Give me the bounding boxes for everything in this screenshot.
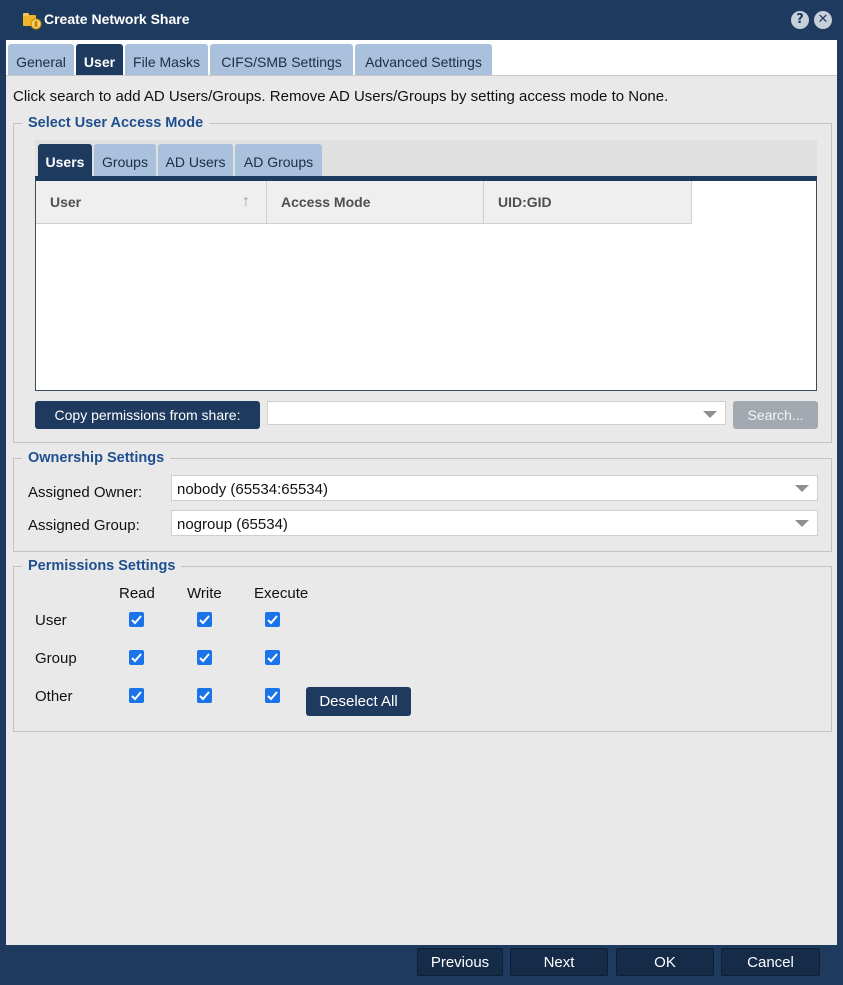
row-user-label: User bbox=[35, 612, 67, 629]
sort-ascending-icon[interactable]: ↑ bbox=[242, 181, 250, 223]
column-read: Read bbox=[119, 585, 155, 602]
checkmark-icon bbox=[199, 653, 210, 663]
checkmark-icon bbox=[199, 615, 210, 625]
checkmark-icon bbox=[131, 615, 142, 625]
checkmark-icon bbox=[267, 691, 278, 701]
checkmark-icon bbox=[199, 691, 210, 701]
column-uid-gid[interactable]: UID:GID bbox=[484, 181, 692, 223]
instruction-text: Click search to add AD Users/Groups. Rem… bbox=[13, 88, 669, 105]
tab-advanced-settings[interactable]: Advanced Settings bbox=[355, 44, 492, 75]
dialog-footer: Previous Next OK Cancel bbox=[6, 945, 837, 979]
group-write-checkbox[interactable] bbox=[197, 650, 212, 665]
previous-button[interactable]: Previous bbox=[417, 948, 503, 976]
ownership-legend: Ownership Settings bbox=[22, 450, 171, 466]
assigned-group-value: nogroup (65534) bbox=[177, 516, 288, 533]
deselect-all-button[interactable]: Deselect All bbox=[306, 687, 411, 716]
group-execute-checkbox[interactable] bbox=[265, 650, 280, 665]
ok-button[interactable]: OK bbox=[616, 948, 714, 976]
column-user-label: User bbox=[50, 194, 82, 210]
main-tabs: General User File Masks CIFS/SMB Setting… bbox=[6, 40, 837, 76]
user-write-checkbox[interactable] bbox=[197, 612, 212, 627]
permissions-fieldset: Permissions Settings Read Write Execute … bbox=[13, 558, 832, 732]
dialog-body: General User File Masks CIFS/SMB Setting… bbox=[6, 40, 837, 945]
cancel-button[interactable]: Cancel bbox=[721, 948, 820, 976]
checkmark-icon bbox=[131, 653, 142, 663]
tab-users[interactable]: Users bbox=[38, 144, 92, 176]
tab-cifs-smb-settings[interactable]: CIFS/SMB Settings bbox=[210, 44, 353, 75]
help-icon[interactable]: ? bbox=[791, 11, 809, 29]
assigned-group-select[interactable]: nogroup (65534) bbox=[171, 510, 818, 536]
chevron-down-icon[interactable] bbox=[795, 485, 809, 492]
column-execute: Execute bbox=[254, 585, 309, 602]
column-access-mode[interactable]: Access Mode bbox=[267, 181, 484, 223]
window-title: Create Network Share bbox=[44, 11, 190, 27]
tab-ad-users[interactable]: AD Users bbox=[158, 144, 233, 176]
assigned-owner-label: Assigned Owner: bbox=[28, 484, 143, 501]
network-share-icon bbox=[22, 10, 42, 30]
grid-header: User ↑ Access Mode UID:GID bbox=[36, 181, 692, 224]
group-read-checkbox[interactable] bbox=[129, 650, 144, 665]
tab-general[interactable]: General bbox=[8, 44, 74, 75]
other-read-checkbox[interactable] bbox=[129, 688, 144, 703]
access-mode-fieldset: Select User Access Mode Users Groups AD … bbox=[13, 115, 832, 443]
checkmark-icon bbox=[131, 691, 142, 701]
permissions-legend: Permissions Settings bbox=[22, 558, 182, 574]
ownership-fieldset: Ownership Settings Assigned Owner: nobod… bbox=[13, 450, 832, 552]
row-group-label: Group bbox=[35, 650, 77, 667]
access-mode-tabs: Users Groups AD Users AD Groups bbox=[35, 140, 817, 176]
users-grid[interactable]: User ↑ Access Mode UID:GID bbox=[35, 176, 817, 391]
assigned-owner-value: nobody (65534:65534) bbox=[177, 481, 328, 498]
next-button[interactable]: Next bbox=[510, 948, 608, 976]
column-user[interactable]: User ↑ bbox=[36, 181, 267, 223]
chevron-down-icon[interactable] bbox=[703, 411, 717, 418]
assigned-group-label: Assigned Group: bbox=[28, 517, 140, 534]
copy-permissions-button[interactable]: Copy permissions from share: bbox=[35, 401, 260, 429]
create-network-share-dialog: Create Network Share ? ✕ General User Fi… bbox=[0, 0, 843, 985]
column-write: Write bbox=[187, 585, 222, 602]
other-execute-checkbox[interactable] bbox=[265, 688, 280, 703]
tab-groups[interactable]: Groups bbox=[94, 144, 156, 176]
checkmark-icon bbox=[267, 653, 278, 663]
other-write-checkbox[interactable] bbox=[197, 688, 212, 703]
chevron-down-icon[interactable] bbox=[795, 520, 809, 527]
row-other-label: Other bbox=[35, 688, 73, 705]
user-execute-checkbox[interactable] bbox=[265, 612, 280, 627]
access-mode-legend: Select User Access Mode bbox=[22, 115, 210, 131]
close-icon[interactable]: ✕ bbox=[814, 11, 832, 29]
user-read-checkbox[interactable] bbox=[129, 612, 144, 627]
tab-user[interactable]: User bbox=[76, 44, 123, 75]
assigned-owner-select[interactable]: nobody (65534:65534) bbox=[171, 475, 818, 501]
tab-file-masks[interactable]: File Masks bbox=[125, 44, 208, 75]
title-bar[interactable]: Create Network Share ? ✕ bbox=[0, 0, 843, 40]
search-button[interactable]: Search... bbox=[733, 401, 818, 429]
checkmark-icon bbox=[267, 615, 278, 625]
share-select[interactable] bbox=[267, 401, 726, 425]
tab-ad-groups[interactable]: AD Groups bbox=[235, 144, 322, 176]
